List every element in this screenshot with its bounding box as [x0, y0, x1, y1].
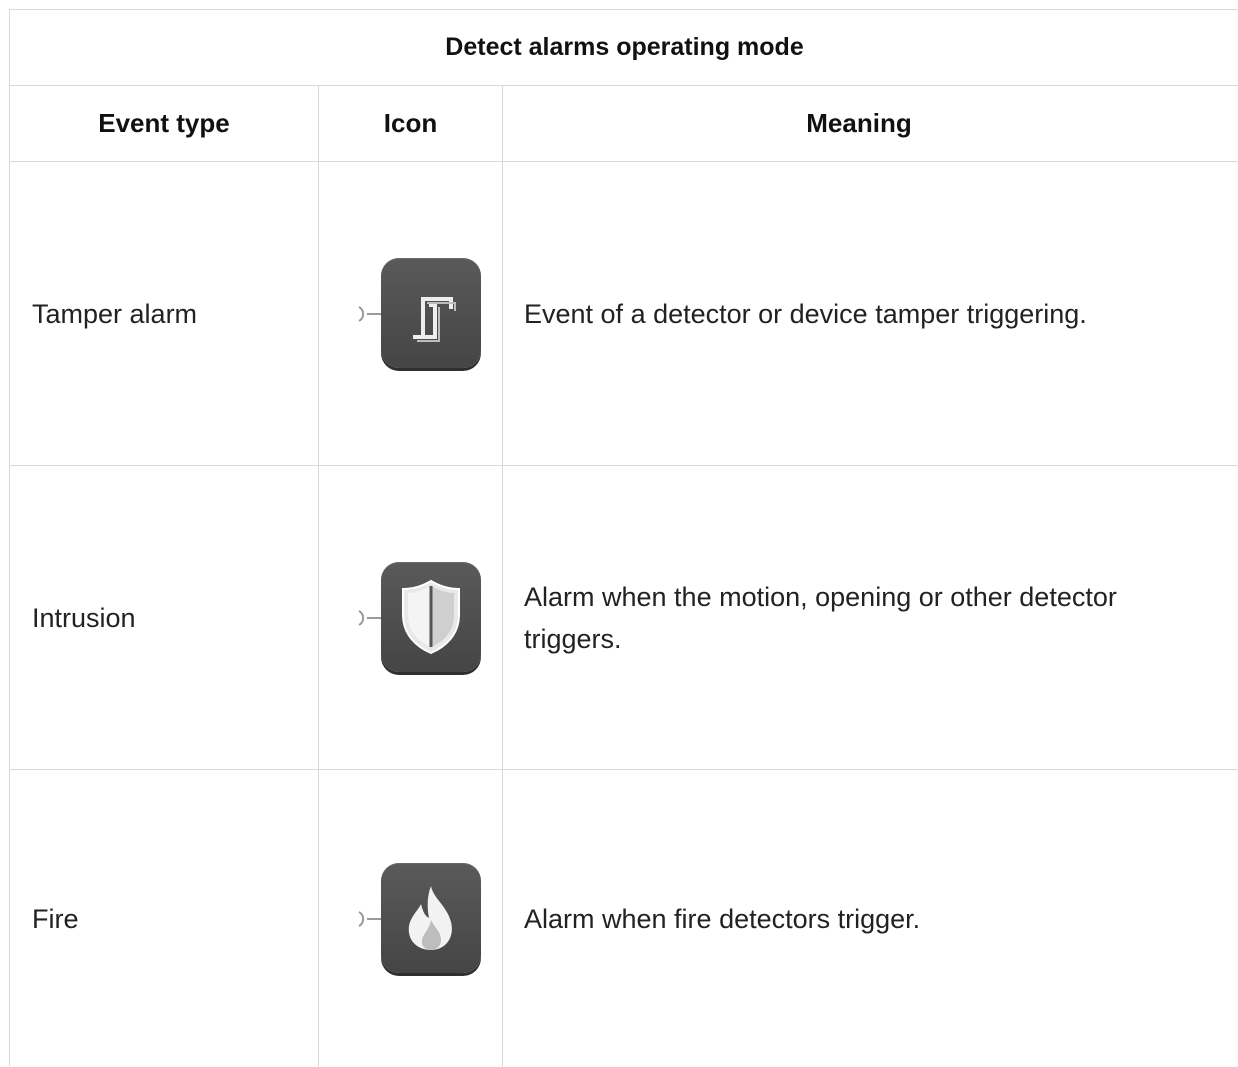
shield-icon — [380, 561, 481, 672]
meaning-cell: Alarm when fire detectors trigger. — [524, 903, 921, 934]
icon-cell — [319, 770, 503, 1067]
table-title-row: Detect alarms operating mode — [10, 10, 1238, 86]
alarm-operating-mode-table: Detect alarms operating mode Event type … — [9, 9, 1238, 1067]
meaning-cell: Alarm when the motion, opening or other … — [524, 581, 1117, 654]
event-icon-wrap — [341, 561, 481, 674]
connector-icon — [357, 910, 383, 927]
header-event-type: Event type — [10, 86, 319, 161]
icon-cell — [319, 162, 503, 465]
event-type-cell: Fire — [10, 770, 319, 1067]
header-icon: Icon — [319, 86, 503, 161]
event-icon-wrap — [341, 257, 481, 370]
header-meaning: Meaning — [806, 108, 912, 138]
meaning-cell: Event of a detector or device tamper tri… — [524, 298, 1087, 329]
table-row: Tamper alarm Event of a detector or devi — [10, 162, 1238, 466]
event-type-cell: Tamper alarm — [10, 162, 319, 465]
tamper-icon — [380, 257, 481, 368]
event-type-cell: Intrusion — [10, 466, 319, 769]
table-title: Detect alarms operating mode — [445, 33, 804, 61]
connector-icon — [357, 305, 383, 322]
icon-cell — [319, 466, 503, 769]
flame-icon — [380, 862, 481, 973]
table-row: Intrusion Alarm when the motion, opening — [10, 466, 1238, 770]
table-row: Fire Alarm when fire detectors trigger. — [10, 770, 1238, 1067]
event-icon-wrap — [341, 862, 481, 975]
table-header-row: Event type Icon Meaning — [10, 86, 1238, 162]
connector-icon — [357, 609, 383, 626]
